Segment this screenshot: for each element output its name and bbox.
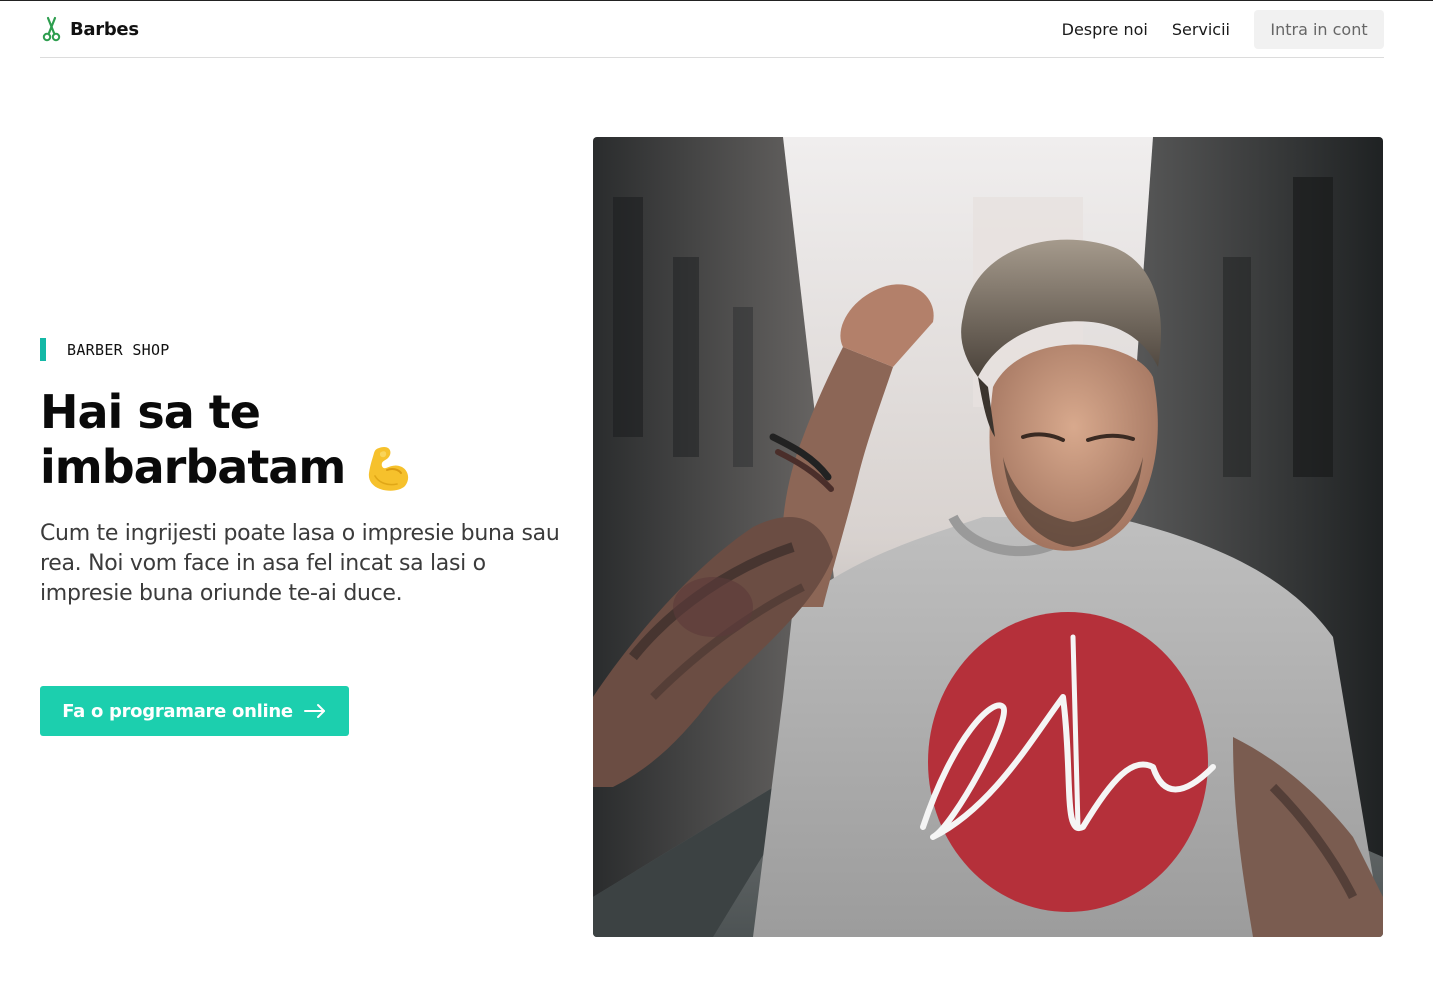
hero-text: BARBER SHOP Hai sa te imbarbatam Cum te … bbox=[40, 338, 570, 609]
login-button[interactable]: Intra in cont bbox=[1254, 9, 1384, 49]
nav-link-despre-noi[interactable]: Despre noi bbox=[1062, 20, 1148, 39]
brand-logo[interactable]: Barbes bbox=[40, 16, 139, 42]
book-online-button[interactable]: Fa o programare online bbox=[40, 686, 349, 736]
brand-name: Barbes bbox=[70, 18, 139, 40]
eyebrow-accent-bar bbox=[40, 338, 46, 361]
arrow-right-icon bbox=[303, 704, 325, 718]
nav-link-servicii[interactable]: Servicii bbox=[1172, 20, 1230, 39]
scissors-icon bbox=[42, 16, 61, 42]
hero-photo bbox=[593, 137, 1383, 937]
eyebrow-label: BARBER SHOP bbox=[67, 340, 170, 359]
headline-line-1: Hai sa te bbox=[40, 385, 261, 439]
navbar: Barbes Despre noi Servicii Intra in cont bbox=[40, 1, 1384, 58]
main-nav: Despre noi Servicii Intra in cont bbox=[1062, 9, 1384, 49]
hero-subtitle: Cum te ingrijesti poate lasa o impresie … bbox=[40, 521, 560, 606]
cta-label: Fa o programare online bbox=[62, 700, 293, 722]
flexed-biceps-icon bbox=[369, 446, 409, 491]
headline-line-2: imbarbatam bbox=[40, 440, 346, 494]
eyebrow: BARBER SHOP bbox=[40, 338, 570, 361]
man-in-grey-t-shirt-photo bbox=[593, 137, 1383, 937]
hero-headline: Hai sa te imbarbatam bbox=[40, 385, 570, 495]
